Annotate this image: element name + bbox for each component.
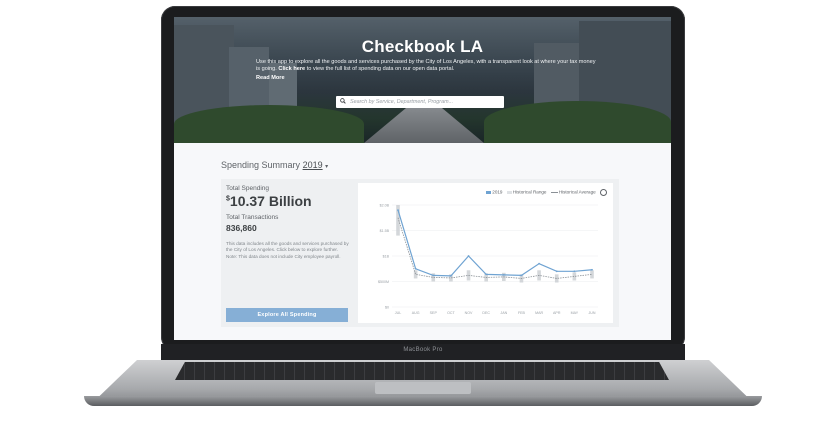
y-tick-label: $0	[385, 306, 389, 310]
data-point	[432, 274, 435, 277]
tree-graphic	[174, 105, 364, 143]
data-point	[502, 273, 505, 276]
y-tick-label: $500M	[378, 280, 389, 284]
total-transactions-label: Total Transactions	[226, 214, 279, 221]
summary-stats: Total Spending $10.37 Billion Total Tran…	[226, 183, 350, 323]
total-transactions-value: 836,860	[226, 223, 257, 233]
data-point	[397, 209, 399, 211]
average-line	[397, 217, 593, 279]
data-point	[485, 273, 488, 276]
trackpad-graphic	[375, 382, 471, 394]
x-tick-label: SEP	[430, 311, 438, 315]
y-tick-label: $2.0B	[380, 204, 390, 208]
device-label: MacBook Pro	[403, 347, 443, 353]
read-more-link[interactable]: Read More	[256, 75, 285, 81]
x-tick-label: FEB	[518, 311, 526, 315]
open-data-link[interactable]: Click here	[278, 66, 305, 72]
x-tick-label: APR	[553, 311, 561, 315]
spending-summary-heading: Spending Summary 2019 ▾	[221, 160, 328, 170]
data-point	[414, 267, 417, 270]
laptop-foot	[84, 396, 762, 406]
page-title: Checkbook LA	[361, 37, 484, 56]
data-point	[555, 270, 558, 273]
y-tick-label: $1B	[383, 255, 390, 259]
spending-chart: 2019 Historical Range Historical Average…	[358, 183, 613, 323]
laptop-chin: MacBook Pro	[161, 344, 685, 362]
summary-card: Total Spending $10.37 Billion Total Tran…	[221, 179, 619, 327]
x-tick-label: JUN	[589, 311, 596, 315]
y-tick-label: $1.5B	[380, 229, 390, 233]
tree-graphic	[484, 101, 671, 143]
x-tick-label: DEC	[482, 311, 490, 315]
total-spending-label: Total Spending	[226, 185, 270, 192]
data-point	[573, 270, 576, 273]
road-graphic	[364, 103, 484, 143]
chart-plot: $0 $500M $1B $1.5B $2.0B JUL AUG SEP OCT NOV DEC JA…	[378, 204, 598, 315]
data-note: This data includes all the goods and ser…	[226, 241, 349, 259]
search-icon	[340, 98, 346, 104]
keyboard-graphic	[175, 362, 669, 380]
x-tick-label: MAR	[535, 311, 543, 315]
data-point	[538, 262, 540, 265]
x-tick-label: OCT	[447, 311, 455, 315]
data-point	[520, 274, 523, 277]
hero-description: Use this app to explore all the goods an…	[256, 59, 596, 73]
search-placeholder: Search by Service, Department, Program..…	[350, 98, 454, 105]
x-tick-label: MAY	[571, 311, 579, 315]
chevron-down-icon[interactable]: ▾	[325, 164, 328, 170]
x-tick-label: JUL	[395, 311, 401, 315]
x-tick-label: AUG	[412, 311, 420, 315]
search-input[interactable]: Search by Service, Department, Program..…	[336, 96, 504, 108]
total-spending-amount: 10.37 Billion	[229, 193, 312, 209]
series-2019-line	[397, 209, 593, 277]
data-point	[591, 268, 593, 271]
x-tick-label: NOV	[465, 311, 473, 315]
data-point	[467, 255, 470, 257]
hero-banner: Checkbook LA Use this app to explore all…	[174, 17, 671, 143]
x-tick-label: JAN	[500, 311, 507, 315]
app-screen: Checkbook LA Use this app to explore all…	[174, 17, 671, 340]
data-point	[450, 274, 452, 277]
hero-description-tail: to view the full list of spending data o…	[306, 66, 455, 72]
total-spending-value: $10.37 Billion	[226, 193, 312, 209]
explore-all-spending-button[interactable]: Explore All Spending	[226, 308, 348, 322]
year-selector[interactable]: 2019	[303, 160, 323, 170]
summary-title-text: Spending Summary	[221, 160, 301, 170]
